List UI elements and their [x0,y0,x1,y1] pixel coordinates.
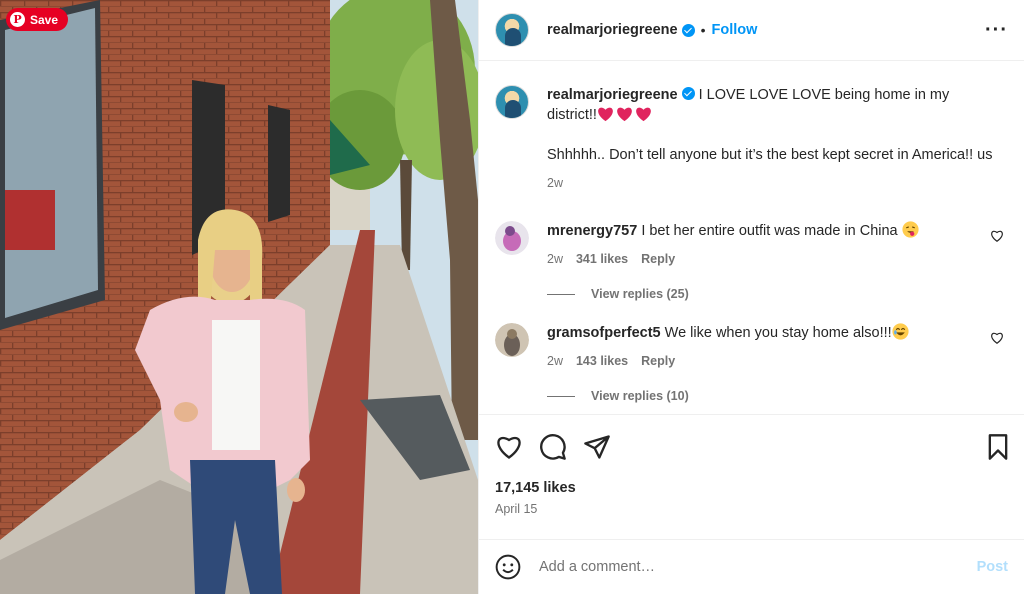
commenter-avatar[interactable] [495,323,529,358]
replies-line [547,293,575,295]
view-replies-label: View replies (10) [591,389,689,404]
comment-input[interactable] [539,558,977,575]
caption-meta: 2w [547,173,997,193]
likes-count[interactable]: 17,145 likes [479,480,1024,496]
comment-time[interactable]: 2w [547,249,563,269]
red-heart-emoji [636,107,651,122]
face-with-tongue-emoji [902,221,919,238]
more-options-icon[interactable]: ··· [985,19,1008,42]
comment-bubble-icon[interactable] [539,433,567,461]
comment-item: gramsofperfect5 We like when you stay ho… [495,323,1008,371]
author-avatar[interactable] [495,13,529,48]
comment-username[interactable]: mrenergy757 [547,223,637,239]
reply-button[interactable]: Reply [641,351,675,371]
photo-scene [0,0,478,594]
like-comment-heart-icon[interactable] [990,229,1004,243]
like-heart-icon[interactable] [495,433,523,461]
instagram-post-modal: P Save realmarjoriegreene • Follow ··· r… [0,0,1024,594]
share-paper-plane-icon[interactable] [583,433,611,461]
caption: realmarjoriegreene I LOVE LOVE LOVE bein… [495,85,1008,193]
verified-badge-icon [681,87,695,101]
verified-badge-icon [681,23,695,37]
view-replies-label: View replies (25) [591,287,689,302]
comment-text: We like when you stay home also!!! [664,325,892,342]
view-replies-button[interactable]: View replies (10) [547,389,1008,403]
commenter-avatar[interactable] [495,221,529,256]
reply-button[interactable]: Reply [641,249,675,269]
comment-likes[interactable]: 341 likes [576,249,628,269]
red-heart-emoji [598,107,613,122]
red-heart-emoji [617,107,632,122]
emoji-picker-icon[interactable] [495,554,521,580]
comment-item: mrenergy757 I bet her entire outfit was … [495,221,1008,269]
follow-button[interactable]: Follow [711,22,757,38]
bookmark-icon[interactable] [984,433,1012,461]
replies-line [547,395,575,397]
save-label: Save [30,12,59,27]
comments-section[interactable]: realmarjoriegreene I LOVE LOVE LOVE bein… [479,61,1024,413]
comment-meta: 2w 143 likes Reply [547,351,997,371]
comment-text: I bet her entire outfit was made in Chin… [641,223,898,240]
add-comment-bar: Post [479,538,1024,594]
pinterest-icon: P [10,12,25,27]
view-replies-button[interactable]: View replies (25) [547,287,1008,301]
post-date: April 15 [495,501,538,516]
post-header: realmarjoriegreene • Follow ··· [479,0,1024,62]
hearts-emoji-group [597,106,652,122]
caption-username[interactable]: realmarjoriegreene [547,87,678,103]
caption-time[interactable]: 2w [547,173,563,193]
like-comment-heart-icon[interactable] [990,331,1004,345]
laughing-emoji [892,323,909,340]
post-actions-bar [479,413,1024,480]
comment-likes[interactable]: 143 likes [576,351,628,371]
pinterest-save-button[interactable]: P Save [6,8,69,31]
post-photo: P Save [0,0,478,594]
separator-dot: • [700,22,706,39]
comment-meta: 2w 341 likes Reply [547,249,997,269]
author-username[interactable]: realmarjoriegreene [547,22,678,38]
post-sidebar: realmarjoriegreene • Follow ··· realmarj… [478,0,1024,594]
comment-username[interactable]: gramsofperfect5 [547,325,661,341]
comment-time[interactable]: 2w [547,351,563,371]
post-comment-button[interactable]: Post [977,559,1008,575]
caption-text-line2: Shhhhh.. Don’t tell anyone but it’s the … [547,147,993,164]
caption-avatar[interactable] [495,85,529,120]
